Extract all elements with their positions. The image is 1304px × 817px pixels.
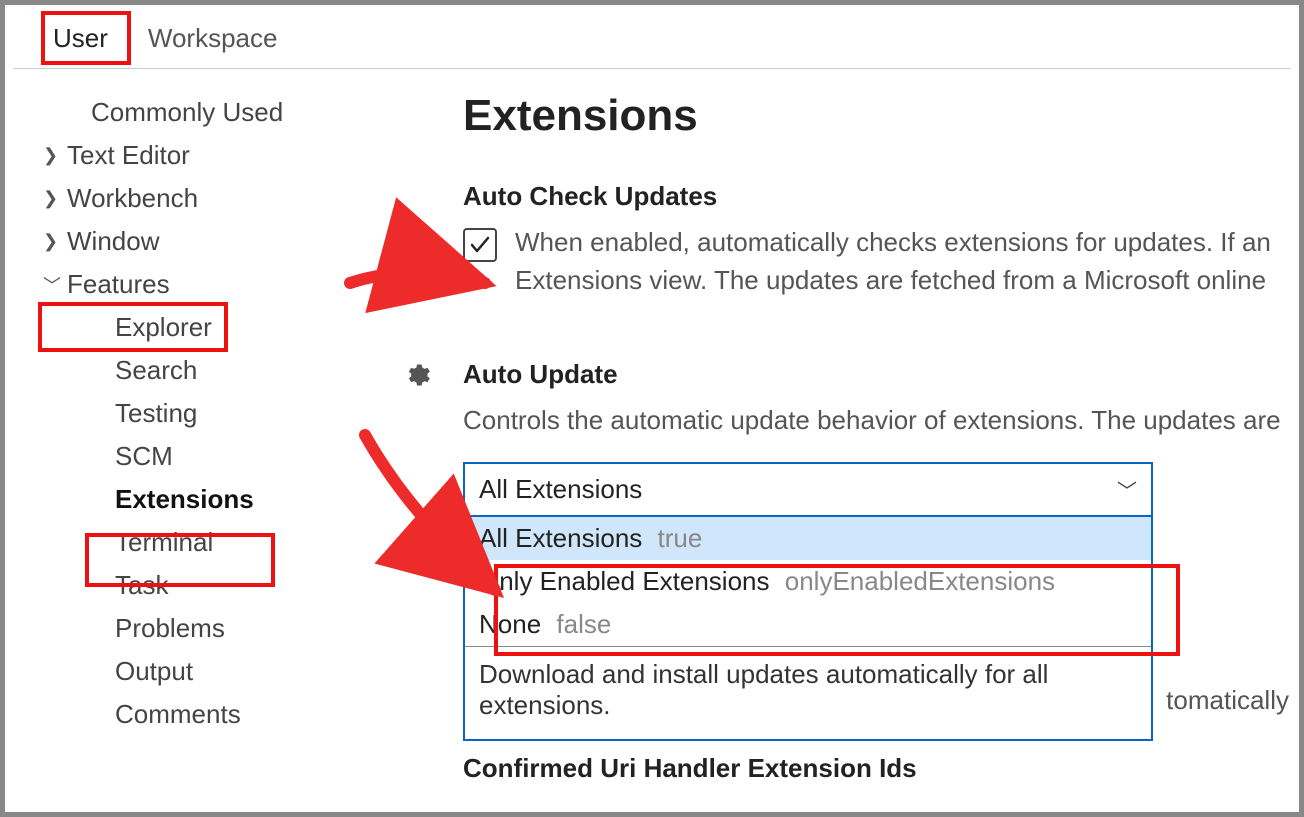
chevron-down-icon: ﹀ (1117, 475, 1137, 504)
setting-title-cutoff: Confirmed Uri Handler Extension Ids (463, 753, 1291, 784)
page-title: Extensions (463, 91, 1291, 141)
gear-icon[interactable] (403, 361, 431, 394)
settings-content: Extensions Auto Check Updates When enabl… (433, 91, 1291, 817)
tab-workspace[interactable]: Workspace (130, 17, 296, 68)
tree-text-editor[interactable]: ❯ Text Editor (43, 134, 433, 177)
checkbox-auto-check-updates[interactable] (463, 228, 497, 262)
setting-auto-check-updates: Auto Check Updates When enabled, automat… (463, 181, 1291, 299)
option-hint: onlyEnabledExtensions (785, 566, 1055, 596)
tree-label: Text Editor (67, 140, 190, 171)
tree-label: Search (115, 355, 197, 386)
tree-label: Problems (115, 613, 225, 644)
settings-scope-tabs: User Workspace (13, 11, 1291, 69)
dropdown-option-only-enabled[interactable]: Only Enabled Extensions onlyEnabledExten… (465, 560, 1151, 603)
tree-features-testing[interactable]: Testing (43, 392, 433, 435)
option-hint: false (556, 609, 611, 639)
dropdown-selected-label: All Extensions (479, 474, 642, 505)
tree-features-output[interactable]: Output (43, 650, 433, 693)
clipped-text-right: tomatically (1166, 685, 1289, 716)
option-label: All Extensions (479, 523, 642, 553)
dropdown-option-all[interactable]: All Extensions true (465, 517, 1151, 560)
settings-category-tree: Commonly Used ❯ Text Editor ❯ Workbench … (13, 91, 433, 817)
tree-features-comments[interactable]: Comments (43, 693, 433, 736)
dropdown-option-none[interactable]: None false (465, 603, 1151, 646)
tree-label: Output (115, 656, 193, 687)
chevron-right-icon: ❯ (43, 188, 67, 209)
tree-features-scm[interactable]: SCM (43, 435, 433, 478)
tree-label: Extensions (115, 484, 254, 515)
tree-features-extensions[interactable]: Extensions (43, 478, 433, 521)
setting-description: Controls the automatic update behavior o… (463, 402, 1291, 440)
tree-label: Testing (115, 398, 197, 429)
tree-label: Explorer (115, 312, 212, 343)
tab-user[interactable]: User (35, 17, 126, 68)
tree-features-explorer[interactable]: Explorer (43, 306, 433, 349)
setting-description: When enabled, automatically checks exten… (515, 224, 1291, 299)
chevron-right-icon: ❯ (43, 231, 67, 252)
tree-commonly-used[interactable]: Commonly Used (43, 91, 433, 134)
tree-label: Workbench (67, 183, 198, 214)
option-label: None (479, 609, 541, 639)
tree-features[interactable]: ﹀ Features (43, 263, 433, 306)
tree-label: Commonly Used (91, 97, 283, 128)
chevron-down-icon: ﹀ (43, 272, 67, 298)
tree-label: SCM (115, 441, 173, 472)
check-icon (468, 233, 492, 257)
setting-title: Auto Check Updates (463, 181, 1291, 212)
tree-features-search[interactable]: Search (43, 349, 433, 392)
setting-title: Auto Update (463, 359, 1291, 390)
option-label: Only Enabled Extensions (479, 566, 770, 596)
dropdown-auto-update: All Extensions ﹀ All Extensions true Onl… (463, 462, 1153, 741)
chevron-right-icon: ❯ (43, 145, 67, 166)
tree-window[interactable]: ❯ Window (43, 220, 433, 263)
dropdown-help-text: Download and install updates automatical… (465, 647, 1151, 739)
tree-label: Window (67, 226, 159, 257)
dropdown-selected[interactable]: All Extensions ﹀ (465, 464, 1151, 517)
tree-label: Features (67, 269, 170, 300)
tree-features-task[interactable]: Task (43, 564, 433, 607)
setting-auto-update: Auto Update Controls the automatic updat… (463, 359, 1291, 784)
tree-workbench[interactable]: ❯ Workbench (43, 177, 433, 220)
tree-features-terminal[interactable]: Terminal (43, 521, 433, 564)
tree-features-problems[interactable]: Problems (43, 607, 433, 650)
tree-label: Task (115, 570, 168, 601)
dropdown-list: All Extensions true Only Enabled Extensi… (465, 517, 1151, 739)
option-hint: true (658, 523, 703, 553)
tree-label: Terminal (115, 527, 213, 558)
tree-label: Comments (115, 699, 241, 730)
